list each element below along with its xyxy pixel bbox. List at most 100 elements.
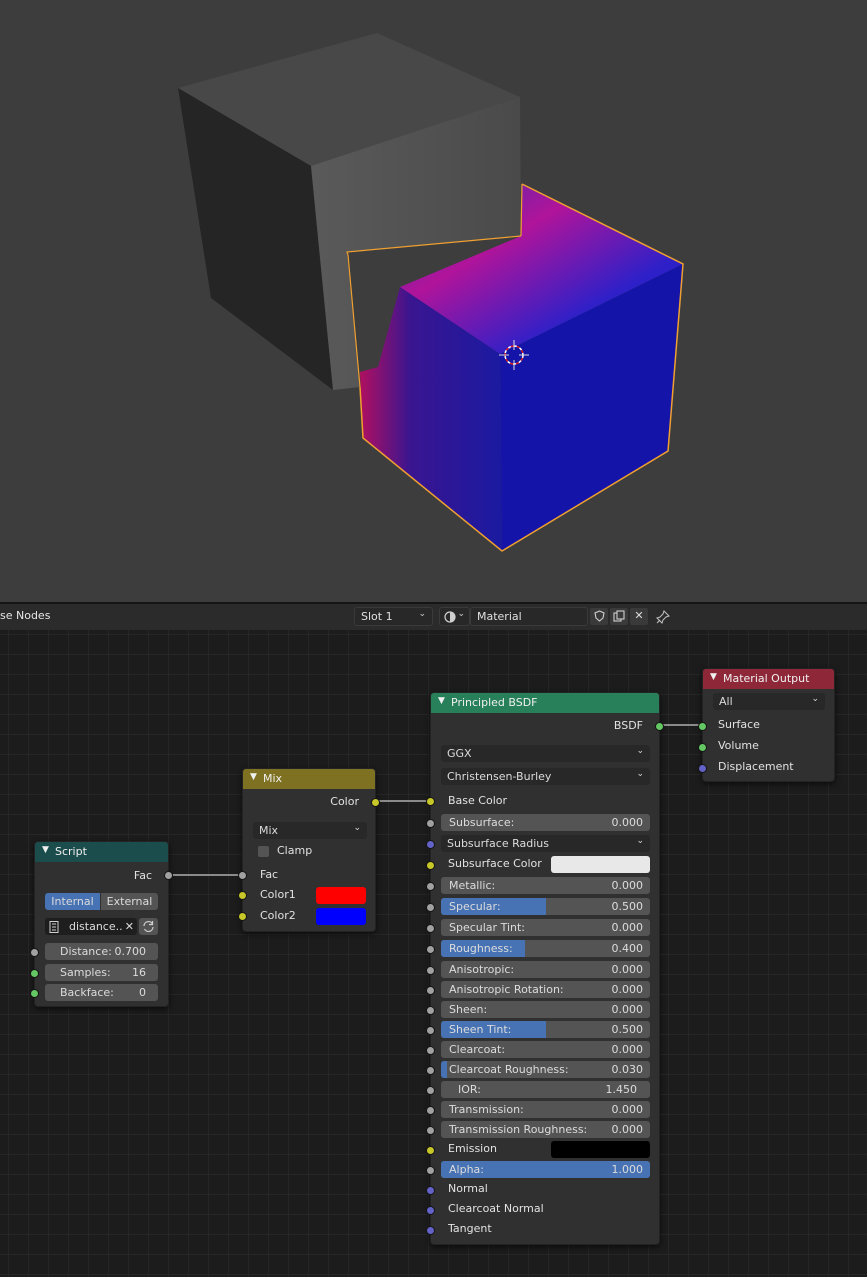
output-color-socket[interactable] [371, 798, 380, 807]
input-ior-socket[interactable] [426, 1086, 435, 1095]
input-normal-socket[interactable] [426, 1186, 435, 1195]
reload-icon [143, 920, 154, 933]
input-transmission-socket[interactable] [426, 1106, 435, 1115]
specular-field[interactable]: Specular: 0.500 [441, 898, 650, 915]
principled-bsdf-node[interactable]: ▼ Principled BSDF BSDF GGX ⌄ Christensen… [426, 692, 664, 1245]
clamp-label: Clamp [277, 844, 313, 857]
duplicate-material-button[interactable] [609, 607, 629, 626]
node-header[interactable]: ▼ Script [35, 842, 168, 862]
slot-dropdown[interactable]: Slot 1 ⌄ [354, 607, 433, 626]
subsurface-radius-dropdown[interactable]: Subsurface Radius ⌄ [441, 835, 650, 852]
node-editor-header: se Nodes Slot 1 ⌄ ⌄ Material ✕ [0, 604, 867, 630]
material-output-node[interactable]: ▼ Material Output All ⌄ Surface Volume D… [698, 668, 835, 782]
material-name-field[interactable]: Material [470, 607, 588, 626]
input-samples-socket[interactable] [30, 969, 39, 978]
input-tangent-socket[interactable] [426, 1226, 435, 1235]
input-emission-socket[interactable] [426, 1146, 435, 1155]
chevron-down-icon: ⌄ [457, 609, 465, 619]
color1-label: Color1 [260, 888, 296, 901]
collapse-triangle-icon[interactable]: ▼ [438, 696, 445, 706]
clearcoat-field[interactable]: Clearcoat: 0.000 [441, 1041, 650, 1058]
input-sheen-tint-socket[interactable] [426, 1026, 435, 1035]
collapse-triangle-icon[interactable]: ▼ [42, 845, 49, 855]
mode-external-button[interactable]: External [101, 893, 158, 910]
node-header[interactable]: ▼ Mix [243, 769, 375, 789]
input-clearcoat-normal-socket[interactable] [426, 1206, 435, 1215]
input-specular-socket[interactable] [426, 903, 435, 912]
clearcoat-roughness-field[interactable]: Clearcoat Roughness: 0.030 [441, 1061, 650, 1078]
emission-color-swatch[interactable] [551, 1141, 650, 1158]
script-node[interactable]: ▼ Script Fac Internal External distance.… [30, 841, 173, 1007]
specular-tint-field[interactable]: Specular Tint: 0.000 [441, 919, 650, 936]
pin-button[interactable] [655, 607, 674, 626]
anisotropic-rotation-field[interactable]: Anisotropic Rotation: 0.000 [441, 981, 650, 998]
anisotropic-field[interactable]: Anisotropic: 0.000 [441, 961, 650, 978]
input-displacement-socket[interactable] [698, 764, 707, 773]
transmission-roughness-field[interactable]: Transmission Roughness: 0.000 [441, 1121, 650, 1138]
clamp-checkbox[interactable] [258, 846, 269, 857]
alpha-field[interactable]: Alpha: 1.000 [441, 1161, 650, 1178]
close-icon[interactable]: ✕ [125, 920, 134, 933]
script-reload-button[interactable] [139, 918, 158, 935]
node-editor-canvas[interactable]: ▼ Script Fac Internal External distance.… [0, 630, 867, 1277]
subsurface-field[interactable]: Subsurface: 0.000 [441, 814, 650, 831]
input-sheen-socket[interactable] [426, 1006, 435, 1015]
collapse-triangle-icon[interactable]: ▼ [710, 672, 717, 682]
input-fac-socket[interactable] [238, 871, 247, 880]
input-subsurface-radius-socket[interactable] [426, 840, 435, 849]
input-roughness-socket[interactable] [426, 945, 435, 954]
input-color1-socket[interactable] [238, 891, 247, 900]
input-subsurface-color-socket[interactable] [426, 861, 435, 870]
input-metallic-socket[interactable] [426, 882, 435, 891]
backface-field[interactable]: Backface: 0 [45, 984, 158, 1001]
color2-swatch[interactable] [316, 908, 366, 925]
collapse-triangle-icon[interactable]: ▼ [250, 772, 257, 782]
input-transmission-roughness-socket[interactable] [426, 1126, 435, 1135]
node-title: Mix [263, 772, 283, 785]
node-header[interactable]: ▼ Principled BSDF [431, 693, 659, 713]
output-fac-socket[interactable] [164, 871, 173, 880]
blend-mode-dropdown[interactable]: Mix ⌄ [253, 822, 367, 839]
input-surface-socket[interactable] [698, 722, 707, 731]
output-target-dropdown[interactable]: All ⌄ [713, 693, 825, 710]
displacement-label: Displacement [718, 760, 794, 773]
node-header[interactable]: ▼ Material Output [703, 669, 834, 689]
input-alpha-socket[interactable] [426, 1166, 435, 1175]
output-bsdf-socket[interactable] [655, 722, 664, 731]
chevron-down-icon: ⌄ [811, 694, 819, 704]
distance-field[interactable]: Distance: 0.700 [45, 943, 158, 960]
material-browse-button[interactable]: ⌄ [439, 607, 470, 626]
input-specular-tint-socket[interactable] [426, 924, 435, 933]
color1-swatch[interactable] [316, 887, 366, 904]
input-anisotropic-rotation-socket[interactable] [426, 986, 435, 995]
input-color2-socket[interactable] [238, 912, 247, 921]
fake-user-button[interactable] [589, 607, 609, 626]
input-backface-socket[interactable] [30, 989, 39, 998]
input-clearcoat-roughness-socket[interactable] [426, 1066, 435, 1075]
output-bsdf-label: BSDF [613, 719, 643, 732]
subsurface-color-swatch[interactable] [551, 856, 650, 873]
unlink-material-button[interactable]: ✕ [629, 607, 649, 626]
transmission-field[interactable]: Transmission: 0.000 [441, 1101, 650, 1118]
metallic-field[interactable]: Metallic: 0.000 [441, 877, 650, 894]
roughness-field[interactable]: Roughness: 0.400 [441, 940, 650, 957]
mix-node[interactable]: ▼ Mix Color Mix ⌄ Clamp Fac Color1 Color… [238, 768, 380, 932]
sheen-field[interactable]: Sheen: 0.000 [441, 1001, 650, 1018]
input-clearcoat-socket[interactable] [426, 1046, 435, 1055]
sheen-tint-field[interactable]: Sheen Tint: 0.500 [441, 1021, 650, 1038]
input-volume-socket[interactable] [698, 743, 707, 752]
3d-viewport[interactable] [0, 0, 867, 602]
subsurface-color-label: Subsurface Color [448, 857, 542, 870]
mode-internal-button[interactable]: Internal [45, 893, 100, 910]
close-icon: ✕ [634, 609, 644, 622]
samples-field[interactable]: Samples: 16 [45, 964, 158, 981]
input-subsurface-socket[interactable] [426, 819, 435, 828]
script-file-field[interactable]: distance.. ✕ [45, 918, 137, 935]
input-base-color-socket[interactable] [426, 797, 435, 806]
ior-field[interactable]: IOR: 1.450 [441, 1081, 650, 1098]
input-distance-socket[interactable] [30, 948, 39, 957]
subsurface-method-dropdown[interactable]: Christensen-Burley ⌄ [441, 768, 650, 785]
distribution-dropdown[interactable]: GGX ⌄ [441, 745, 650, 762]
input-anisotropic-socket[interactable] [426, 966, 435, 975]
script-file-name: distance.. [69, 920, 123, 933]
